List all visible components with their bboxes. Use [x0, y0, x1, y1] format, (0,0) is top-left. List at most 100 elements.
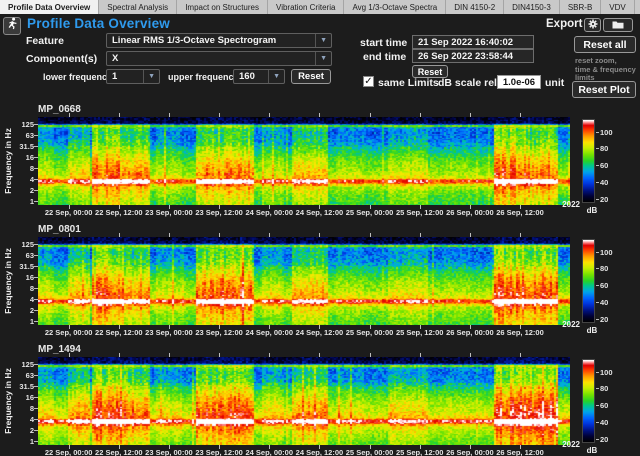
colorbar-tick-label: 20 [600, 435, 608, 444]
y-tick-label: 125 [0, 120, 34, 129]
feature-select[interactable]: Linear RMS 1/3-Octave Spectrogram ▼ [106, 33, 332, 48]
y-tick-label: 1 [0, 197, 34, 206]
x-tick-label: 26 Sep, 00:00 [446, 448, 494, 456]
chevron-down-icon: ▼ [315, 34, 331, 47]
end-time-input[interactable]: 26 Sep 2022 23:58:44 [412, 49, 534, 63]
runner-icon [6, 17, 19, 35]
export-settings-button[interactable] [584, 18, 601, 32]
lower-frequency-select[interactable]: 1 ▼ [106, 69, 160, 84]
frequency-reset-button[interactable]: Reset [291, 69, 331, 84]
spectrogram-canvas[interactable] [38, 117, 570, 205]
start-time-value: 21 Sep 2022 16:40:02 [418, 37, 513, 48]
colorbar-tick-label: 80 [600, 264, 608, 273]
db-scale-label: dB scale rel. [438, 77, 500, 89]
upper-frequency-label: upper frequency [168, 72, 239, 82]
page-title: Profile Data Overview [27, 16, 170, 31]
tab-sbr-b[interactable]: SBR-B [560, 0, 601, 14]
colorbar-tick-labels: 10080604020 [596, 119, 618, 203]
y-tick-label: 63 [0, 251, 34, 260]
reset-all-hint: reset zoom,time & frequencylimits [575, 57, 639, 83]
upper-frequency-select[interactable]: 160 ▼ [233, 69, 285, 84]
y-tick-label: 63 [0, 371, 34, 380]
colorbar-tick-label: 60 [600, 401, 608, 410]
lower-frequency-value: 1 [112, 71, 117, 82]
year-label: 2022 [540, 320, 580, 329]
colorbar-tick-label: 40 [600, 298, 608, 307]
x-tick-label: 25 Sep, 12:00 [396, 448, 444, 456]
tab-vdv[interactable]: VDV [601, 0, 634, 14]
colorbar-tick-label: 100 [600, 248, 613, 257]
y-tick-labels: 1256331.5168421 [0, 237, 34, 325]
tab-avg-1-3-octave-spectra[interactable]: Avg 1/3-Octave Spectra [344, 0, 446, 14]
colorbar-tick-labels: 10080604020 [596, 359, 618, 443]
x-tick-label: 22 Sep, 12:00 [95, 328, 143, 337]
colorbar-tick-label: 80 [600, 144, 608, 153]
db-scale-unit-label: unit [545, 77, 564, 89]
plots-area: MP_0668Frequency in Hz1256331.516842122 … [0, 102, 640, 456]
same-limits-label: same Limits [378, 77, 439, 89]
control-panel: Profile Data Overview Feature Linear RMS… [0, 14, 640, 102]
colorbar-tick-label: 80 [600, 384, 608, 393]
reset-plot-button[interactable]: Reset Plot [572, 81, 636, 98]
chevron-down-icon: ▼ [268, 70, 284, 83]
colorbar-unit-label: dB [582, 206, 602, 215]
feature-select-value: Linear RMS 1/3-Octave Spectrogram [112, 35, 276, 46]
x-tick-labels: 22 Sep, 00:0022 Sep, 12:0023 Sep, 00:002… [38, 328, 570, 338]
x-tick-label: 25 Sep, 00:00 [346, 448, 394, 456]
y-tick-label: 4 [0, 415, 34, 424]
x-tick-label: 24 Sep, 12:00 [296, 208, 344, 217]
spectrogram-panel-mp_0801: MP_0801Frequency in Hz1256331.516842122 … [0, 222, 640, 342]
x-tick-label: 26 Sep, 12:00 [496, 448, 544, 456]
x-tick-label: 24 Sep, 00:00 [245, 208, 293, 217]
tab-bar: Profile Data OverviewSpectral AnalysisIm… [0, 0, 640, 14]
y-tick-label: 8 [0, 404, 34, 413]
tab-impact-on-structures[interactable]: Impact on Structures [177, 0, 268, 14]
db-scale-input[interactable]: 1.0e-06 [497, 75, 541, 89]
top-tick-marks [38, 233, 570, 237]
y-tick-label: 31.5 [0, 382, 34, 391]
tab-din-4150-2[interactable]: DIN 4150-2 [446, 0, 504, 14]
x-tick-label: 23 Sep, 12:00 [195, 208, 243, 217]
gear-icon [588, 16, 598, 34]
app-logo-button[interactable] [3, 17, 21, 35]
y-tick-label: 4 [0, 295, 34, 304]
colorbar-tick-label: 100 [600, 128, 613, 137]
x-tick-label: 25 Sep, 12:00 [396, 208, 444, 217]
spectrogram-canvas[interactable] [38, 237, 570, 325]
y-tick-label: 2 [0, 426, 34, 435]
x-tick-label: 26 Sep, 00:00 [446, 328, 494, 337]
x-tick-label: 22 Sep, 00:00 [45, 448, 93, 456]
y-tick-label: 1 [0, 437, 34, 446]
db-scale-value: 1.0e-06 [503, 77, 535, 88]
spectrogram-canvas[interactable] [38, 357, 570, 445]
tab-vibration-criteria[interactable]: Vibration Criteria [268, 0, 344, 14]
y-tick-label: 125 [0, 360, 34, 369]
colorbar-unit-label: dB [582, 326, 602, 335]
chevron-down-icon: ▼ [143, 70, 159, 83]
colorbar [582, 239, 595, 323]
x-tick-label: 25 Sep, 00:00 [346, 208, 394, 217]
app-window: Profile Data OverviewSpectral AnalysisIm… [0, 0, 640, 456]
y-tick-label: 31.5 [0, 262, 34, 271]
reset-all-button[interactable]: Reset all [574, 36, 636, 53]
top-tick-marks [38, 113, 570, 117]
components-select-value: X [112, 53, 118, 64]
start-time-input[interactable]: 21 Sep 2022 16:40:02 [412, 35, 534, 49]
x-tick-label: 22 Sep, 00:00 [45, 328, 93, 337]
upper-frequency-value: 160 [239, 71, 255, 82]
folder-icon [612, 16, 624, 34]
same-limits-checkbox[interactable]: ✓ [363, 76, 374, 87]
tab-din4150-3[interactable]: DIN4150-3 [504, 0, 560, 14]
spectrogram-panel-mp_0668: MP_0668Frequency in Hz1256331.516842122 … [0, 102, 640, 222]
y-tick-label: 2 [0, 186, 34, 195]
feature-label: Feature [26, 35, 64, 47]
tab-settings[interactable]: Settings [635, 0, 640, 14]
tab-spectral-analysis[interactable]: Spectral Analysis [99, 0, 177, 14]
colorbar-tick-label: 100 [600, 368, 613, 377]
tab-profile-data-overview[interactable]: Profile Data Overview [0, 0, 99, 14]
components-label: Component(s) [26, 53, 97, 65]
export-label: Export [546, 18, 582, 30]
export-folder-button[interactable] [603, 18, 633, 32]
x-tick-label: 22 Sep, 00:00 [45, 208, 93, 217]
components-select[interactable]: X ▼ [106, 51, 332, 66]
